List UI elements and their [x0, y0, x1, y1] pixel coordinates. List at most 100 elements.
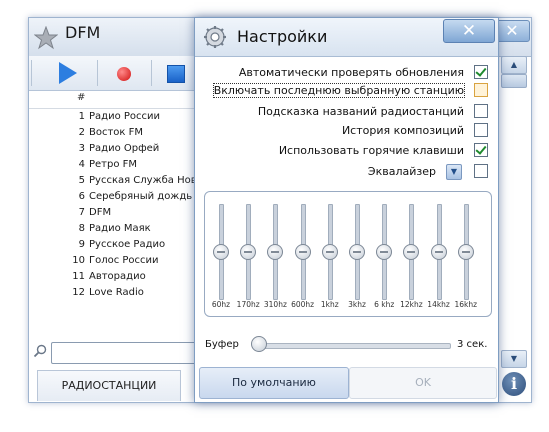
eq-band-handle[interactable]: [457, 244, 474, 260]
list-item[interactable]: 4 Ретро FM: [29, 157, 199, 173]
search-box: [33, 340, 201, 364]
checkbox-auto-update[interactable]: [474, 65, 488, 79]
list-header-number: #: [77, 92, 86, 103]
station-name: Русская Служба Нов: [89, 175, 197, 186]
checkbox-station-hints[interactable]: [474, 104, 488, 118]
toolbar-divider: [151, 60, 152, 86]
eq-band-slider[interactable]: [320, 204, 340, 314]
station-number: 12: [72, 287, 85, 298]
station-name: Голос России: [89, 255, 159, 266]
eq-band-slider[interactable]: [238, 204, 258, 314]
scroll-down-button[interactable]: ▼: [501, 350, 527, 368]
eq-band-handle[interactable]: [240, 244, 257, 260]
station-number: 1: [78, 111, 85, 122]
option-label: Эквалайзер: [367, 165, 436, 178]
list-item[interactable]: 8 Радио Маяк: [29, 221, 199, 237]
search-input[interactable]: [51, 342, 201, 364]
eq-band-slider[interactable]: [265, 204, 285, 314]
checkbox-last-station[interactable]: [474, 83, 488, 97]
list-item[interactable]: 6 Серебряный дождь: [29, 189, 199, 205]
option-label: История композиций: [341, 124, 464, 137]
scroll-up-button[interactable]: ▲: [501, 56, 527, 74]
dialog-title: Настройки: [237, 27, 328, 46]
station-name: DFM: [89, 207, 112, 218]
list-header: #: [29, 90, 199, 109]
list-item[interactable]: 11 Авторадио: [29, 269, 199, 285]
station-name: Радио России: [89, 111, 161, 122]
buffer-value: 3 сек.: [457, 339, 488, 350]
record-icon[interactable]: [117, 67, 131, 81]
station-number: 9: [78, 239, 85, 250]
list-item[interactable]: 2 Восток FM: [29, 125, 199, 141]
chevron-down-icon[interactable]: ▼: [446, 164, 462, 180]
option-label: Автоматически проверять обновления: [238, 66, 464, 79]
eq-band-slider[interactable]: [211, 204, 231, 314]
station-number: 8: [78, 223, 85, 234]
list-item[interactable]: 12 Love Radio: [29, 285, 199, 301]
eq-band-handle[interactable]: [267, 244, 284, 260]
station-number: 5: [78, 175, 85, 186]
station-number: 11: [72, 271, 85, 282]
default-button[interactable]: По умолчанию: [199, 367, 349, 399]
play-icon[interactable]: [59, 62, 77, 84]
station-number: 3: [78, 143, 85, 154]
station-name: Восток FM: [89, 127, 144, 138]
station-name: Радио Маяк: [89, 223, 151, 234]
buffer-label: Буфер: [205, 339, 239, 350]
eq-band-handle[interactable]: [349, 244, 365, 260]
eq-band-handle[interactable]: [376, 244, 393, 260]
eq-band-slider[interactable]: [374, 204, 394, 314]
dialog-close-button[interactable]: ✕: [443, 19, 495, 43]
eq-band-slider[interactable]: [401, 204, 421, 314]
eq-band-handle[interactable]: [294, 244, 311, 260]
info-icon[interactable]: i: [502, 372, 526, 396]
option-label: Подсказка названий радиостанций: [257, 105, 464, 118]
station-name: Ретро FM: [89, 159, 138, 170]
checkbox-equalizer[interactable]: [474, 164, 488, 178]
list-item[interactable]: 7 DFM: [29, 205, 199, 221]
list-item[interactable]: 5 Русская Служба Нов: [29, 173, 199, 189]
checkbox-hotkeys[interactable]: [474, 143, 488, 157]
eq-band-handle[interactable]: [403, 244, 420, 260]
scrollbar[interactable]: ▲ ▼: [501, 56, 527, 368]
option-label: Включать последнюю выбранную станцию: [212, 83, 466, 98]
station-name: Love Radio: [89, 287, 144, 298]
eq-band-slider[interactable]: [293, 204, 313, 314]
buffer-slider-handle[interactable]: [251, 336, 267, 352]
eq-band-label: 310hz: [263, 300, 287, 309]
tab-stations[interactable]: РАДИОСТАНЦИИ: [37, 370, 181, 401]
eq-band-handle[interactable]: [430, 244, 447, 260]
eq-band-slider[interactable]: [347, 204, 367, 314]
equalizer-panel: 60hz 170hz 310hz 600hz 1khz 3khz 6 khz 12khz 14k…: [204, 191, 492, 317]
main-close-button[interactable]: ✕: [494, 20, 530, 42]
option-label: Использовать горячие клавиши: [278, 144, 464, 157]
eq-band-label: 3khz: [348, 300, 366, 309]
list-item[interactable]: 3 Радио Орфей: [29, 141, 199, 157]
scroll-thumb[interactable]: [501, 74, 527, 88]
eq-band-slider[interactable]: [456, 204, 476, 314]
eq-band-label: 14khz: [427, 300, 450, 309]
list-item[interactable]: 1 Радио России: [29, 109, 199, 125]
eq-band-slider[interactable]: [429, 204, 449, 314]
settings-dialog: Настройки ✕ Автоматически проверять обно…: [194, 17, 499, 403]
settings-icon: [204, 26, 226, 48]
dialog-titlebar: Настройки ✕: [195, 18, 498, 57]
eq-band-label: 12khz: [400, 300, 423, 309]
station-name: Русское Радио: [89, 239, 166, 250]
list-item[interactable]: 9 Русское Радио: [29, 237, 199, 253]
eq-band-label: 60hz: [211, 300, 231, 309]
eq-band-label: 1khz: [320, 300, 339, 309]
station-number: 7: [78, 207, 85, 218]
ok-button[interactable]: OK: [349, 367, 497, 399]
player-toolbar: [29, 56, 199, 91]
list-item[interactable]: 10 Голос России: [29, 253, 199, 269]
toolbar-divider: [97, 60, 98, 86]
stop-icon[interactable]: [167, 65, 185, 83]
checkbox-track-history[interactable]: [474, 123, 488, 137]
eq-band-label: 16khz: [454, 300, 478, 309]
search-icon: [33, 344, 47, 358]
eq-band-handle[interactable]: [321, 244, 338, 260]
eq-band-handle[interactable]: [213, 244, 229, 260]
buffer-slider[interactable]: [253, 343, 451, 349]
eq-band-label: 6 khz: [374, 300, 395, 309]
